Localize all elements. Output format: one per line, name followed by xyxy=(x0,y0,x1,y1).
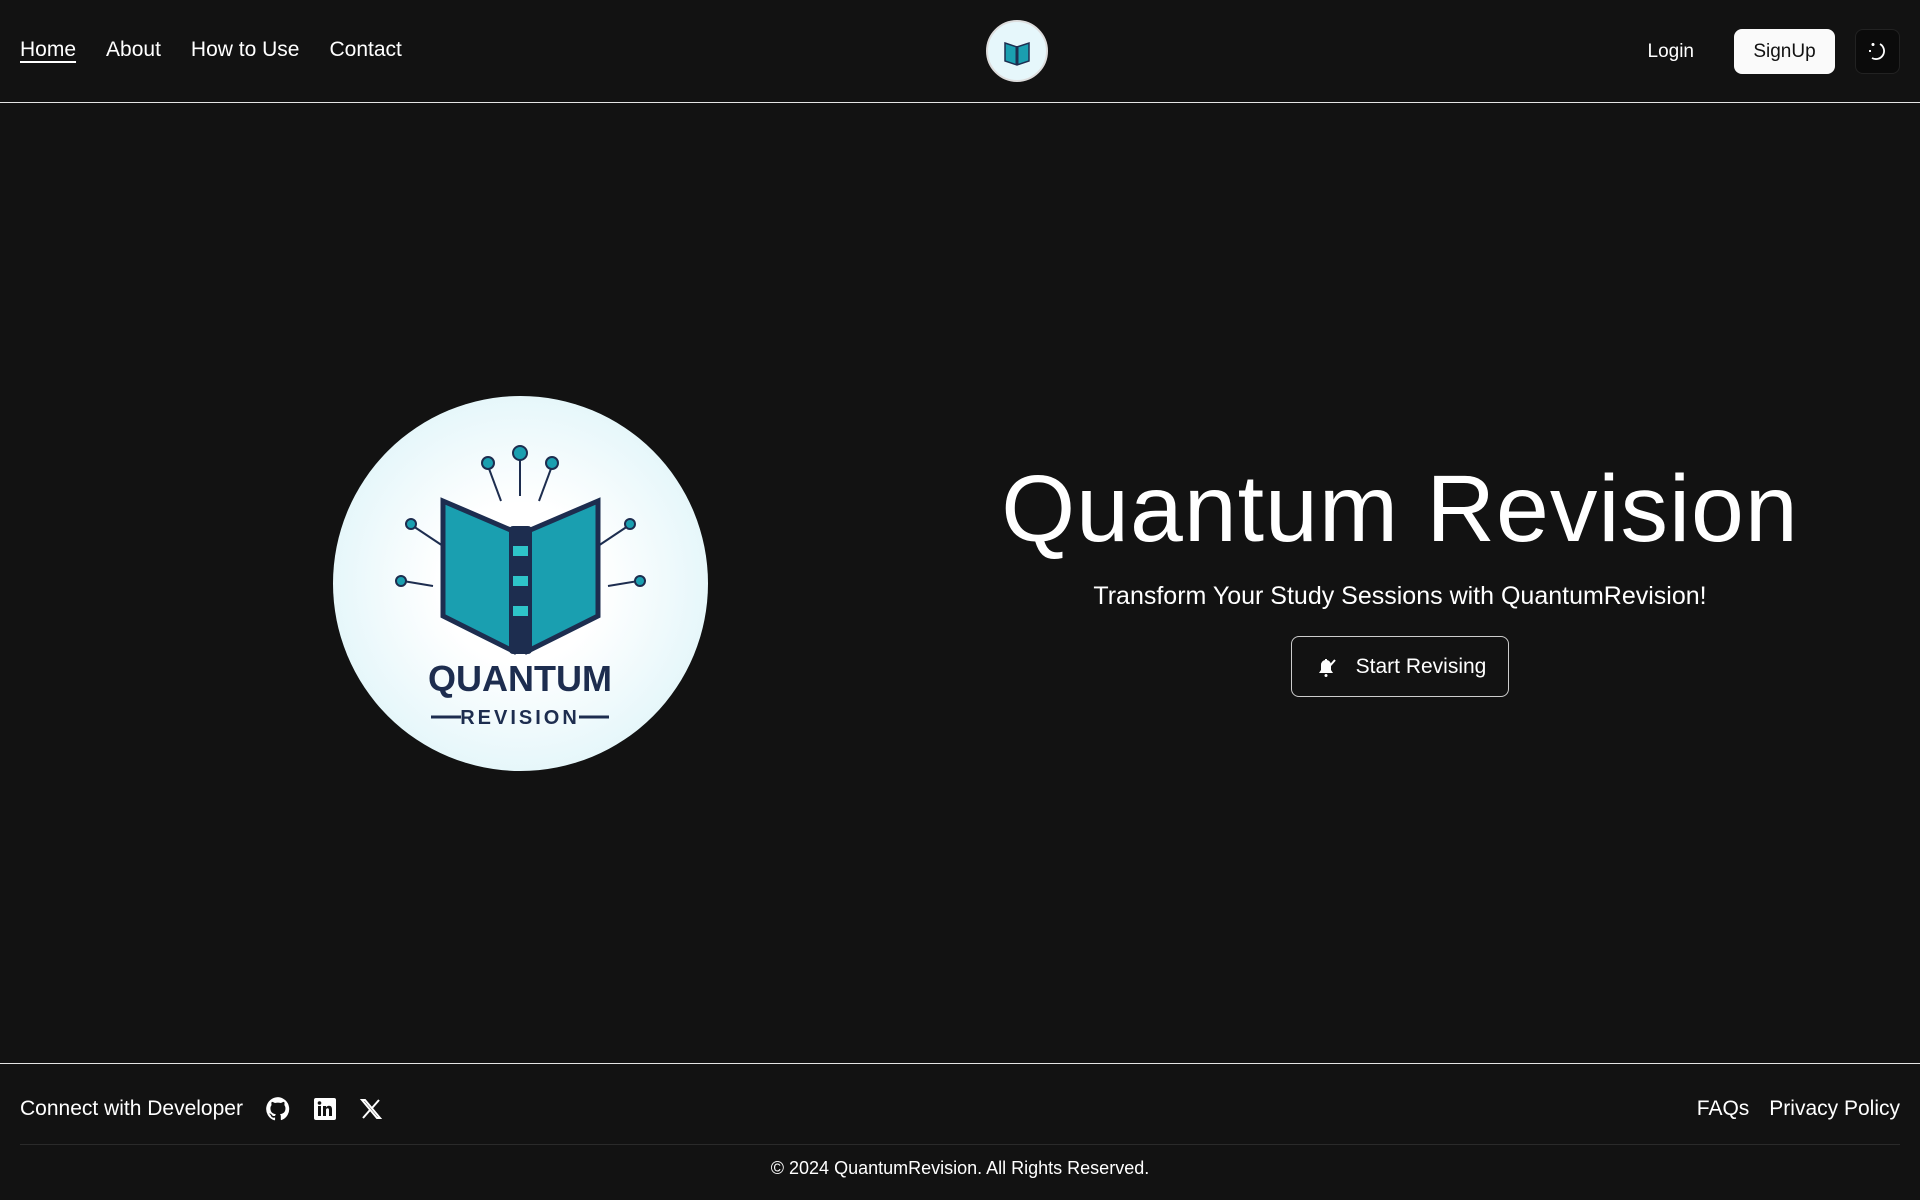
signup-button[interactable]: SignUp xyxy=(1734,29,1835,74)
faqs-link[interactable]: FAQs xyxy=(1697,1097,1750,1121)
nav-logo[interactable] xyxy=(986,20,1048,82)
navbar: Home About How to Use Contact Login Sign… xyxy=(0,0,1920,103)
bell-pencil-icon xyxy=(1318,658,1336,677)
moon-stars-icon xyxy=(1868,42,1885,60)
hero-logo: QUANTUM REVISION xyxy=(333,396,708,771)
nav-about[interactable]: About xyxy=(106,38,161,62)
theme-toggle-button[interactable] xyxy=(1855,29,1900,74)
connect-label: Connect with Developer xyxy=(20,1097,243,1120)
logo-text-revision: REVISION xyxy=(460,707,580,729)
footer: Connect with Developer FAQs Privacy Poli… xyxy=(0,1063,1920,1200)
copyright: © 2024 QuantumRevision. All Rights Reser… xyxy=(770,1158,1150,1178)
logo-text-quantum: QUANTUM xyxy=(428,658,612,699)
nav-home[interactable]: Home xyxy=(20,38,76,62)
linkedin-icon[interactable] xyxy=(313,1097,337,1121)
github-icon[interactable] xyxy=(265,1096,291,1122)
nav-how-to-use[interactable]: How to Use xyxy=(191,38,300,62)
nav-contact[interactable]: Contact xyxy=(329,38,401,62)
start-revising-label: Start Revising xyxy=(1355,654,1487,678)
login-button[interactable]: Login xyxy=(1648,41,1695,63)
hero-title: Quantum Revision xyxy=(1001,456,1799,562)
nav-links: Home About How to Use Contact xyxy=(20,38,402,62)
x-icon[interactable] xyxy=(359,1097,383,1121)
privacy-policy-link[interactable]: Privacy Policy xyxy=(1769,1097,1900,1121)
start-revising-button[interactable]: Start Revising xyxy=(1291,636,1509,697)
hero-subtitle: Transform Your Study Sessions with Quant… xyxy=(1093,582,1707,610)
footer-divider xyxy=(20,1144,1900,1145)
